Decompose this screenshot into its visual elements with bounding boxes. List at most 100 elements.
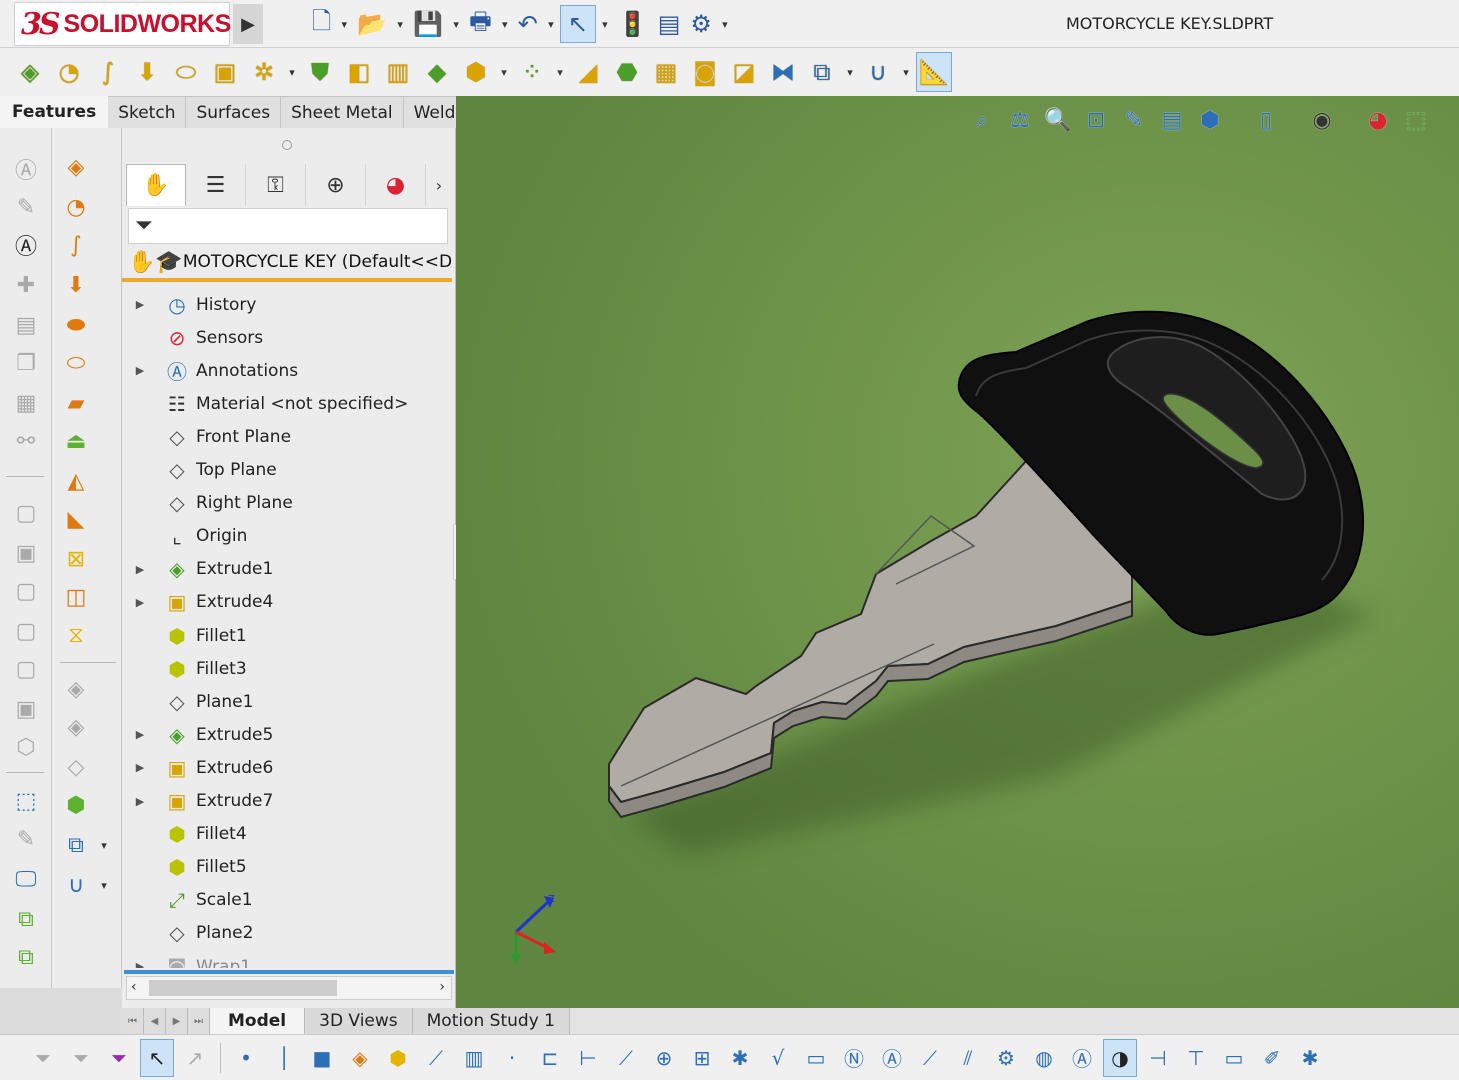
dynamic-annotation-icon[interactable]: ✎ xyxy=(1118,104,1150,136)
mirror-icon[interactable]: ⧓ xyxy=(765,52,801,92)
tree-item-right-plane[interactable]: ◇ Right Plane xyxy=(122,487,452,520)
lofted-boss-icon[interactable]: ⬇ xyxy=(129,52,165,92)
scroll-thumb[interactable] xyxy=(149,980,337,996)
lofted-cut-icon[interactable]: ▥ xyxy=(380,52,416,92)
rebuild-traffic-light-icon[interactable]: 🚦 xyxy=(614,5,652,43)
sweep-surface-icon[interactable]: ∫ xyxy=(58,228,94,262)
tree-item-fillet3[interactable]: ⬢ Fillet3 xyxy=(122,652,452,685)
annotation-edit-icon[interactable]: ✎ xyxy=(8,190,44,224)
display-monitor-icon[interactable]: 🖵 xyxy=(8,862,44,896)
file-properties-icon[interactable]: ▤ xyxy=(654,5,685,43)
intersect-icon[interactable]: ◪ xyxy=(726,52,762,92)
filter-center-of-mass-icon[interactable]: ◑ xyxy=(1103,1038,1137,1077)
open-folder-icon[interactable]: 📂 xyxy=(353,5,391,43)
knit-surface-icon[interactable]: ◈ xyxy=(58,672,94,706)
swept-cut-icon[interactable]: ◧ xyxy=(341,52,377,92)
offset-surface-icon[interactable]: ⏏ xyxy=(58,424,94,458)
view-back-icon[interactable]: ▣ xyxy=(8,536,44,570)
filter-axes-icon[interactable]: ⟋ xyxy=(419,1039,453,1077)
dropdown-arrow-icon[interactable]: ▾ xyxy=(337,18,351,31)
view-top-icon[interactable]: ▢ xyxy=(8,652,44,686)
tree-item-fillet5[interactable]: ⬢ Fillet5 xyxy=(122,851,452,884)
configuration-manager-tab-icon[interactable]: ⚿ xyxy=(246,164,306,206)
filter-dowel-pins-icon[interactable]: ◍ xyxy=(1027,1039,1061,1077)
tree-item-material-not-specified[interactable]: ☷ Material <not specified> xyxy=(122,387,452,420)
chevron-right-icon[interactable]: › xyxy=(426,164,452,206)
bottom-tab-motion-study-1[interactable]: Motion Study 1 xyxy=(412,1008,570,1034)
view-front-icon[interactable]: ▢ xyxy=(8,496,44,530)
filter-midpoints-icon[interactable]: ⊢ xyxy=(571,1039,605,1077)
section-view-icon[interactable]: ⊡ xyxy=(1080,104,1112,136)
select-pointer-icon[interactable]: ↖ xyxy=(140,1038,174,1077)
extruded-boss-icon[interactable]: ◈ xyxy=(12,52,48,92)
revolve-surface-icon[interactable]: ◔ xyxy=(58,190,94,224)
filter-vertices-icon[interactable]: • xyxy=(229,1039,263,1077)
dropdown-arrow-icon[interactable]: ▾ xyxy=(94,828,114,862)
property-manager-tab-icon[interactable]: ☰ xyxy=(186,164,246,206)
expand-arrow-icon[interactable]: ▶ xyxy=(122,563,158,576)
bottom-tab-3d-views[interactable]: 3D Views xyxy=(305,1008,413,1034)
surface-flatten-icon[interactable]: ◣ xyxy=(58,502,94,536)
filter-weld-symbols-icon[interactable]: ⟋ xyxy=(913,1039,947,1077)
rib-icon[interactable]: ◢ xyxy=(570,52,606,92)
filter-faces-icon[interactable]: ■ xyxy=(305,1039,339,1077)
tree-item-annotations[interactable]: ▶ Ⓐ Annotations xyxy=(122,354,452,387)
display-style-icon[interactable]: ⬢ xyxy=(1194,104,1226,136)
filter-geometric-tolerance-icon[interactable]: √ xyxy=(761,1039,795,1077)
tree-item-plane2[interactable]: ◇ Plane2 xyxy=(122,917,452,950)
filter-edges-icon[interactable]: │ xyxy=(267,1039,301,1077)
print-icon[interactable]: 🖶 xyxy=(465,5,496,43)
copy-body-icon[interactable]: ⧉ xyxy=(8,902,44,936)
ruled-surface-icon[interactable]: ◭ xyxy=(58,464,94,498)
feature-manager-tab-icon[interactable]: ✋ xyxy=(126,164,186,206)
expand-arrow-icon[interactable]: ▶ xyxy=(122,795,158,808)
cut-with-surface-icon[interactable]: ⬢ xyxy=(58,788,94,822)
dropdown-arrow-icon[interactable]: ▾ xyxy=(598,18,612,31)
tree-item-top-plane[interactable]: ◇ Top Plane xyxy=(122,454,452,487)
bottom-tab-model[interactable]: Model xyxy=(210,1008,306,1034)
dropdown-arrow-icon[interactable]: ▾ xyxy=(393,18,407,31)
instant3d-icon[interactable]: 📐 xyxy=(916,52,952,92)
extrude-surface-icon[interactable]: ◈ xyxy=(58,150,94,184)
dropdown-arrow-icon[interactable]: ▾ xyxy=(899,66,913,79)
tree-item-scale1[interactable]: ⤢ Scale1 xyxy=(122,884,452,917)
display-manager-tab-icon[interactable]: ◕ xyxy=(366,164,426,206)
tree-item-front-plane[interactable]: ◇ Front Plane xyxy=(122,420,452,453)
filter-sketch-segments-icon[interactable]: ⊏ xyxy=(533,1039,567,1077)
filter-connection-points-icon[interactable]: ⊣ xyxy=(1141,1039,1175,1077)
boundary-cut-icon[interactable]: ◆ xyxy=(419,52,455,92)
tree-item-extrude7[interactable]: ▶ ▣ Extrude7 xyxy=(122,785,452,818)
annotation-link-icon[interactable]: ⚯ xyxy=(8,424,44,458)
extruded-cut-icon[interactable]: ▣ xyxy=(207,52,243,92)
tab-sketch[interactable]: Sketch xyxy=(108,96,187,128)
tree-item-extrude5[interactable]: ▶ ◈ Extrude5 xyxy=(122,718,452,751)
tree-item-wrap1[interactable]: ▶ ◙ Wrap1 xyxy=(122,950,452,969)
tree-item-plane1[interactable]: ◇ Plane1 xyxy=(122,685,452,718)
annotation-insert-icon[interactable]: Ⓐ xyxy=(8,228,44,262)
dropdown-arrow-icon[interactable]: ▾ xyxy=(718,18,732,31)
expand-arrow-icon[interactable]: ▶ xyxy=(122,960,158,968)
filter-centerline-icon[interactable]: ⊕ xyxy=(647,1039,681,1077)
filled-surface-icon[interactable]: ⬭ xyxy=(58,346,94,380)
tree-item-origin[interactable]: ⌞ Origin xyxy=(122,520,452,553)
tree-root-part[interactable]: ✋ 🎓 MOTORCYCLE KEY (Default<<D xyxy=(122,246,452,282)
filter-routing-points-icon[interactable]: ⊤ xyxy=(1179,1039,1213,1077)
expand-arrow-icon[interactable]: ▶ xyxy=(122,761,158,774)
scroll-right-icon[interactable]: › xyxy=(439,979,445,995)
dropdown-arrow-icon[interactable]: ▾ xyxy=(553,66,567,79)
menu-expand-button[interactable]: ▶ xyxy=(233,4,263,44)
tree-item-extrude6[interactable]: ▶ ▣ Extrude6 xyxy=(122,751,452,784)
filter-mate-references-icon[interactable]: ▭ xyxy=(1217,1039,1251,1077)
expand-arrow-icon[interactable]: ▶ xyxy=(122,728,158,741)
filter-surface-finish-icon[interactable]: ✱ xyxy=(723,1039,757,1077)
replace-face-icon[interactable]: ◫ xyxy=(58,580,94,614)
expand-arrow-icon[interactable]: ▶ xyxy=(122,596,158,609)
thickened-cut-icon[interactable]: ◇ xyxy=(58,750,94,784)
edit-sketch-icon[interactable]: ✎ xyxy=(8,822,44,856)
apply-scene-icon[interactable]: ⬚ xyxy=(1400,104,1432,136)
annotation-grid-icon[interactable]: ▦ xyxy=(8,386,44,420)
zoom-to-fit-icon[interactable]: ⌕ xyxy=(966,104,998,136)
dropdown-arrow-icon[interactable]: ▾ xyxy=(94,868,114,902)
view-bottom-icon[interactable]: ▣ xyxy=(8,692,44,726)
next-tab-icon[interactable]: ▶ xyxy=(166,1008,188,1034)
